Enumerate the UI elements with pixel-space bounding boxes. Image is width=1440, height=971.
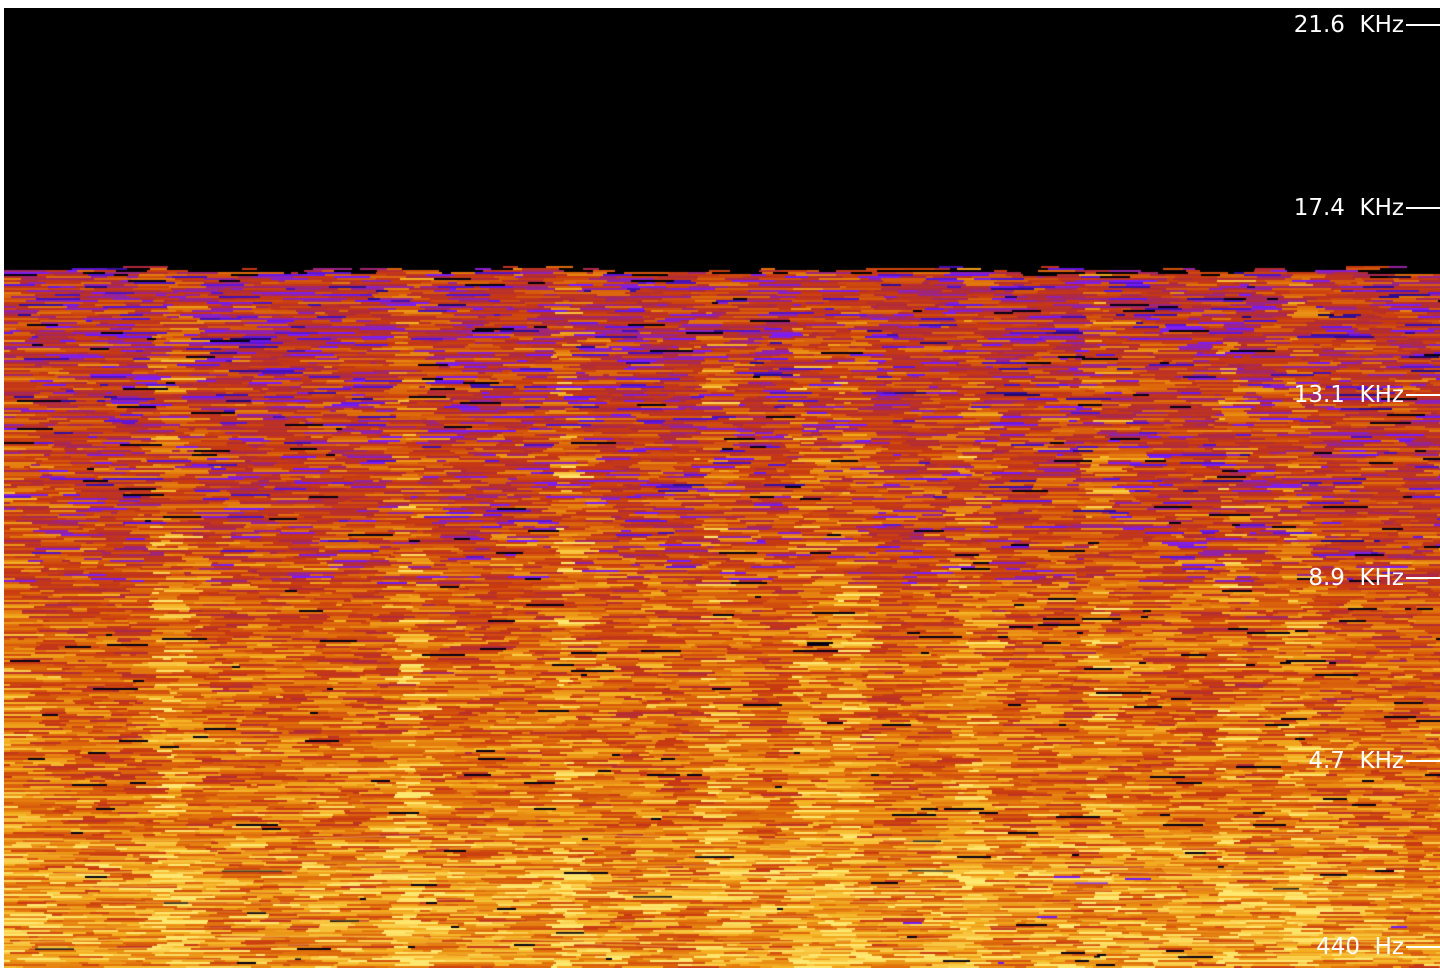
spectrogram-heatmap <box>4 8 1440 968</box>
spectrogram-viewer: 21.6 KHz 17.4 KHz 13.1 KHz 8.9 KHz 4.7 KHz 44… <box>4 8 1440 968</box>
